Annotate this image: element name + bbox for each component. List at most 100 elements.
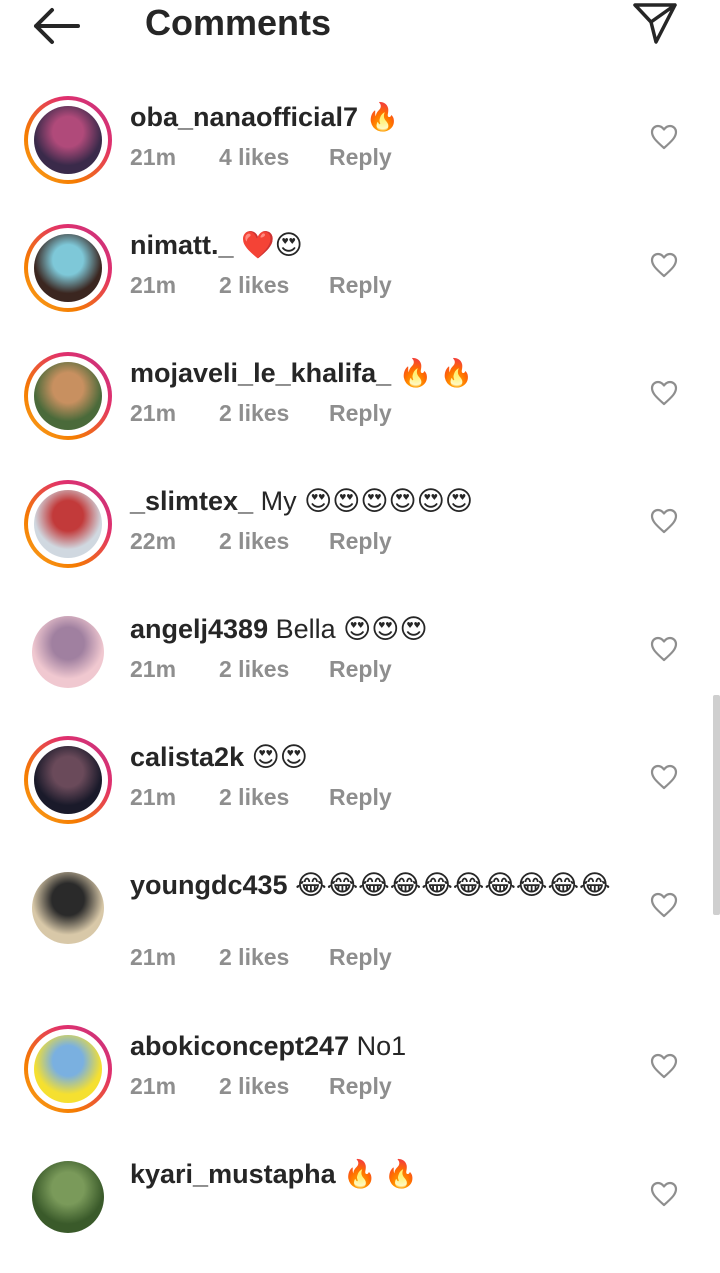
- reply-button[interactable]: Reply: [329, 528, 392, 555]
- comment-meta: 21m 4 likes Reply: [130, 144, 392, 171]
- comment-text: 🔥 🔥: [398, 358, 474, 388]
- comment-username[interactable]: oba_nanaofficial7: [130, 102, 358, 132]
- likes-count-link[interactable]: 2 likes: [219, 528, 329, 555]
- comment-username[interactable]: mojaveli_le_khalifa_: [130, 358, 391, 388]
- comment-line: youngdc435 😂😂😂😂😂😂😂😂😂😂: [130, 868, 630, 902]
- avatar-button[interactable]: [24, 608, 112, 696]
- comment-line: kyari_mustapha 🔥 🔥: [130, 1157, 630, 1191]
- like-heart-icon[interactable]: [650, 1181, 678, 1207]
- reply-button[interactable]: Reply: [329, 272, 392, 299]
- comment-timestamp: 21m: [130, 400, 177, 426]
- comment-row: nimatt._ ❤️😍 21m 2 likes Reply: [0, 216, 720, 344]
- comment-meta: 21m 2 likes Reply: [130, 1073, 392, 1100]
- like-heart-icon[interactable]: [650, 636, 678, 662]
- comment-text: 🔥: [365, 102, 400, 132]
- comment-username[interactable]: angelj4389: [130, 614, 268, 644]
- comment-meta: 21m 2 likes Reply: [130, 400, 392, 427]
- like-heart-icon[interactable]: [650, 1053, 678, 1079]
- comment-meta: 22m 2 likes Reply: [130, 528, 392, 555]
- back-button[interactable]: [30, 6, 84, 46]
- like-heart-icon[interactable]: [650, 892, 678, 918]
- avatar: [32, 616, 104, 688]
- comment-username[interactable]: _slimtex_: [130, 486, 253, 516]
- comment-timestamp: 21m: [130, 944, 177, 970]
- comment-text: 😂😂😂😂😂😂😂😂😂😂: [295, 870, 611, 900]
- comment-text: 😍😍: [251, 742, 308, 772]
- like-heart-icon[interactable]: [650, 764, 678, 790]
- like-heart-icon[interactable]: [650, 508, 678, 534]
- comment-text: No1: [356, 1031, 407, 1061]
- comment-timestamp: 21m: [130, 656, 177, 682]
- avatar-button[interactable]: [24, 352, 112, 440]
- reply-button[interactable]: Reply: [329, 400, 392, 427]
- avatar-button[interactable]: [24, 864, 112, 952]
- header-bar: Comments: [0, 0, 720, 60]
- likes-count-link[interactable]: 2 likes: [219, 1073, 329, 1100]
- comment-text: Bella 😍😍😍: [275, 614, 428, 644]
- avatar: [34, 746, 102, 814]
- avatar: [34, 1035, 102, 1103]
- like-heart-icon[interactable]: [650, 252, 678, 278]
- comment-timestamp: 21m: [130, 1073, 177, 1099]
- comment-timestamp: 21m: [130, 144, 177, 170]
- comment-line: calista2k 😍😍: [130, 740, 630, 774]
- reply-button[interactable]: Reply: [329, 944, 392, 971]
- reply-button[interactable]: Reply: [329, 1073, 392, 1100]
- comment-meta: 21m 2 likes Reply: [130, 784, 392, 811]
- avatar: [32, 1161, 104, 1233]
- comment-row: calista2k 😍😍 21m 2 likes Reply: [0, 728, 720, 856]
- comment-line: oba_nanaofficial7 🔥: [130, 100, 630, 134]
- comment-line: abokiconcept247 No1: [130, 1029, 630, 1063]
- avatar: [34, 234, 102, 302]
- avatar-button[interactable]: [24, 1025, 112, 1113]
- comment-username[interactable]: abokiconcept247: [130, 1031, 349, 1061]
- comment-timestamp: 21m: [130, 784, 177, 810]
- comment-text: My 😍😍😍😍😍😍: [260, 486, 473, 516]
- likes-count-link[interactable]: 2 likes: [219, 944, 329, 971]
- comment-text: 🔥 🔥: [343, 1159, 418, 1189]
- comment-username[interactable]: nimatt._: [130, 230, 234, 260]
- avatar: [34, 490, 102, 558]
- comment-row: oba_nanaofficial7 🔥 21m 4 likes Reply: [0, 88, 720, 216]
- comment-timestamp: 22m: [130, 528, 177, 554]
- avatar: [32, 872, 104, 944]
- avatar: [34, 106, 102, 174]
- paper-plane-icon: [633, 3, 677, 44]
- comment-text: ❤️😍: [241, 230, 303, 260]
- reply-button[interactable]: Reply: [329, 656, 392, 683]
- comment-username[interactable]: kyari_mustapha: [130, 1159, 336, 1189]
- comment-row: kyari_mustapha 🔥 🔥: [0, 1145, 720, 1273]
- likes-count-link[interactable]: 2 likes: [219, 400, 329, 427]
- avatar-button[interactable]: [24, 1153, 112, 1241]
- page-title: Comments: [145, 2, 332, 43]
- comment-row: _slimtex_ My 😍😍😍😍😍😍 22m 2 likes Reply: [0, 472, 720, 600]
- comment-username[interactable]: youngdc435: [130, 870, 288, 900]
- arrow-left-icon: [34, 8, 80, 44]
- reply-button[interactable]: Reply: [329, 144, 392, 171]
- comment-meta: 21m 2 likes Reply: [130, 272, 392, 299]
- comment-meta: 21m 2 likes Reply: [130, 944, 392, 971]
- avatar-button[interactable]: [24, 96, 112, 184]
- avatar-button[interactable]: [24, 736, 112, 824]
- comment-line: mojaveli_le_khalifa_ 🔥 🔥: [130, 356, 630, 390]
- comment-username[interactable]: calista2k: [130, 742, 244, 772]
- scrollbar-thumb[interactable]: [713, 695, 720, 915]
- like-heart-icon[interactable]: [650, 380, 678, 406]
- like-heart-icon[interactable]: [650, 124, 678, 150]
- comment-row: angelj4389 Bella 😍😍😍 21m 2 likes Reply: [0, 600, 720, 728]
- comment-row: youngdc435 😂😂😂😂😂😂😂😂😂😂 21m 2 likes Reply: [0, 856, 720, 984]
- avatar: [34, 362, 102, 430]
- likes-count-link[interactable]: 4 likes: [219, 144, 329, 171]
- share-button[interactable]: [630, 0, 680, 46]
- reply-button[interactable]: Reply: [329, 784, 392, 811]
- likes-count-link[interactable]: 2 likes: [219, 656, 329, 683]
- comment-row: abokiconcept247 No1 21m 2 likes Reply: [0, 1017, 720, 1145]
- likes-count-link[interactable]: 2 likes: [219, 784, 329, 811]
- likes-count-link[interactable]: 2 likes: [219, 272, 329, 299]
- comment-meta: 21m 2 likes Reply: [130, 656, 392, 683]
- comment-line: angelj4389 Bella 😍😍😍: [130, 612, 630, 646]
- avatar-button[interactable]: [24, 224, 112, 312]
- comment-line: nimatt._ ❤️😍: [130, 228, 630, 262]
- avatar-button[interactable]: [24, 480, 112, 568]
- comment-timestamp: 21m: [130, 272, 177, 298]
